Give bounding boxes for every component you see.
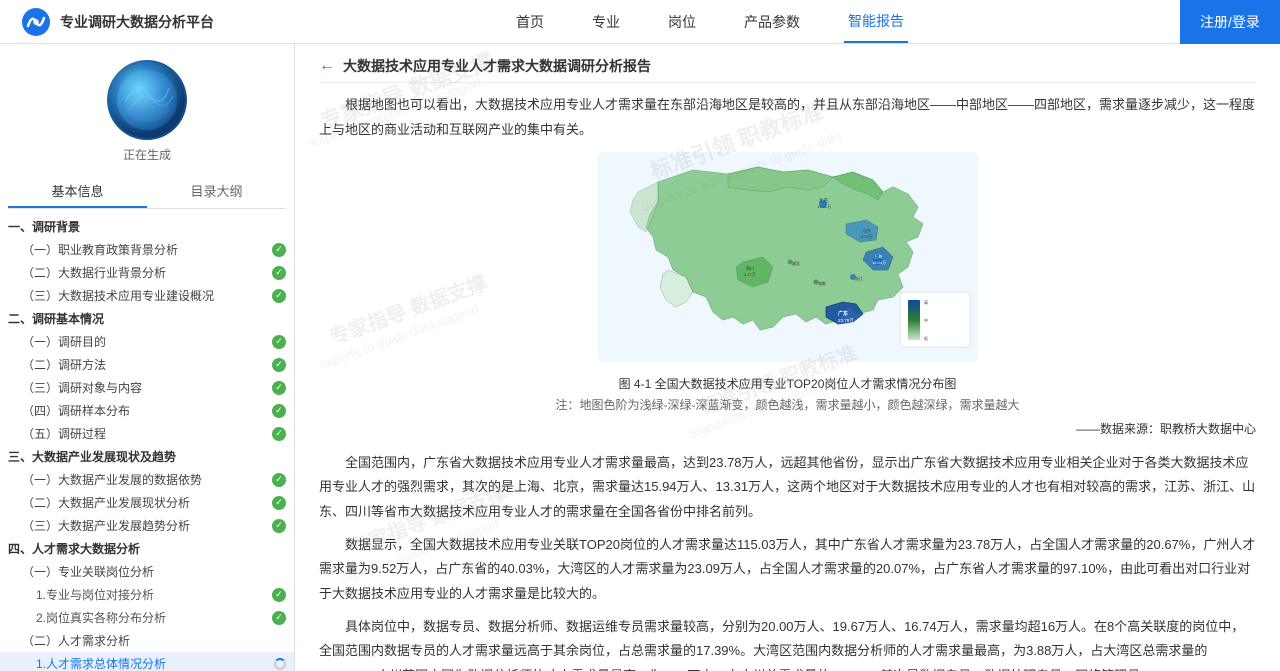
content-title: 大数据技术应用专业人才需求大数据调研分析报告 (343, 56, 651, 76)
header: 专业调研大数据分析平台 首页 专业 岗位 产品参数 智能报告 注册/登录 (0, 0, 1280, 44)
svg-text:中: 中 (924, 317, 928, 323)
sidebar: 正在生成 基本信息 目录大纲 一、调研背景 （一）职业教育政策背景分析 ✓ （二… (0, 44, 295, 671)
tree-item[interactable]: （三）大数据技术应用专业建设概况 ✓ (0, 284, 294, 307)
svg-text:上海: 上海 (874, 253, 882, 259)
logo: 专业调研大数据分析平台 (0, 6, 240, 38)
paragraph-1: 全国范围内，广东省大数据技术应用专业人才需求量最高，达到23.78万人，远超其他… (319, 451, 1256, 525)
check-icon: ✓ (272, 289, 286, 303)
check-icon: ✓ (272, 473, 286, 487)
svg-text:4.17万: 4.17万 (744, 272, 756, 277)
spinner-icon (274, 658, 286, 670)
content-body: 根据地图也可以看出，大数据技术应用专业人才需求量在东部沿海地区是较高的，并且从东… (319, 93, 1256, 671)
check-icon: ✓ (272, 335, 286, 349)
check-icon: ✓ (272, 588, 286, 602)
tree-item[interactable]: 2.岗位真实各称分布分析 ✓ (0, 606, 294, 629)
tree-item[interactable]: （一）大数据产业发展的数据依势 ✓ (0, 468, 294, 491)
back-button[interactable]: ← (319, 57, 335, 75)
check-icon: ✓ (272, 266, 286, 280)
check-icon: ✓ (272, 427, 286, 441)
check-icon: ✓ (272, 611, 286, 625)
sidebar-tabs: 基本信息 目录大纲 (8, 175, 286, 209)
tree-item[interactable]: （五）调研过程 ✓ (0, 422, 294, 445)
tree-item[interactable]: （二）调研方法 ✓ (0, 353, 294, 376)
svg-text:湖北: 湖北 (792, 261, 800, 266)
profile-status: 正在生成 (123, 146, 171, 163)
svg-text:四川: 四川 (746, 266, 754, 271)
tree-item[interactable]: （三）大数据产业发展趋势分析 ✓ (0, 514, 294, 537)
svg-text:6.37万: 6.37万 (861, 234, 873, 239)
main-layout: 正在生成 基本信息 目录大纲 一、调研背景 （一）职业教育政策背景分析 ✓ （二… (0, 44, 1280, 671)
map-source: ——数据来源：职教桥大数据中心 (319, 419, 1256, 441)
logo-text: 专业调研大数据分析平台 (60, 12, 214, 32)
tree-item[interactable]: （三）调研对象与内容 ✓ (0, 376, 294, 399)
login-button[interactable]: 注册/登录 (1180, 0, 1280, 44)
china-map: 广东 23.78万 北京 13.31万 上海 15.94万 山东 6.37万 四… (598, 152, 978, 362)
tree-item[interactable]: 一、调研背景 (0, 215, 294, 238)
check-icon: ✓ (272, 358, 286, 372)
tab-outline[interactable]: 目录大纲 (147, 175, 286, 208)
svg-text:低: 低 (924, 335, 928, 341)
svg-text:高: 高 (924, 299, 928, 305)
svg-text:山东: 山东 (863, 227, 871, 233)
logo-icon (20, 6, 52, 38)
avatar (107, 60, 187, 140)
nav-major[interactable]: 专业 (588, 0, 624, 43)
svg-text:15.94万: 15.94万 (872, 260, 886, 265)
check-icon: ✓ (272, 243, 286, 257)
content-header: ← 大数据技术应用专业人才需求大数据调研分析报告 (319, 56, 1256, 83)
sidebar-tree: 一、调研背景 （一）职业教育政策背景分析 ✓ （二）大数据行业背景分析 ✓ （三… (0, 209, 294, 671)
profile-section: 正在生成 (0, 44, 294, 171)
tree-item[interactable]: （一）专业关联岗位分析 (0, 560, 294, 583)
nav-position[interactable]: 岗位 (664, 0, 700, 43)
loading-indicator (274, 658, 286, 670)
tree-item[interactable]: （一）调研目的 ✓ (0, 330, 294, 353)
check-icon: ✓ (272, 496, 286, 510)
tree-item[interactable]: 1.专业与岗位对接分析 ✓ (0, 583, 294, 606)
svg-text:浙江: 浙江 (855, 276, 863, 281)
map-note: 注：地图色阶为浅绿-深绿-深蓝渐变，颜色越浅，需求量越小，颜色越深绿，需求量越大 (319, 395, 1256, 417)
tree-item[interactable]: 四、人才需求大数据分析 (0, 537, 294, 560)
svg-text:13.31万: 13.31万 (817, 204, 831, 209)
check-icon: ✓ (272, 519, 286, 533)
map-caption: 图 4-1 全国大数据技术应用专业TOP20岗位人才需求情况分布图 (319, 374, 1256, 396)
tree-item-active[interactable]: 1.人才需求总体情况分析 (0, 652, 294, 671)
tree-item[interactable]: （二）人才需求分析 (0, 629, 294, 652)
check-icon: ✓ (272, 381, 286, 395)
tree-item[interactable]: 二、调研基本情况 (0, 307, 294, 330)
paragraph-2: 数据显示，全国大数据技术应用专业关联TOP20岗位的人才需求量达115.03万人… (319, 533, 1256, 607)
tree-item[interactable]: （二）大数据产业发展现状分析 ✓ (0, 491, 294, 514)
intro-paragraph: 根据地图也可以看出，大数据技术应用专业人才需求量在东部沿海地区是较高的，并且从东… (319, 93, 1256, 142)
tree-item[interactable]: 三、大数据产业发展现状及趋势 (0, 445, 294, 468)
paragraph-3: 具体岗位中，数据专员、数据分析师、数据运维专员需求量较高，分别为20.00万人、… (319, 615, 1256, 671)
svg-text:湖南: 湖南 (818, 281, 826, 286)
map-container: 广东 23.78万 北京 13.31万 上海 15.94万 山东 6.37万 四… (319, 152, 1256, 440)
svg-text:北京: 北京 (819, 197, 828, 204)
tab-basic[interactable]: 基本信息 (8, 175, 147, 208)
main-nav: 首页 专业 岗位 产品参数 智能报告 (240, 0, 1180, 43)
tree-item[interactable]: （四）调研样本分布 ✓ (0, 399, 294, 422)
tree-item[interactable]: （一）职业教育政策背景分析 ✓ (0, 238, 294, 261)
svg-text:广东: 广东 (838, 310, 848, 317)
nav-report[interactable]: 智能报告 (844, 0, 908, 43)
nav-product[interactable]: 产品参数 (740, 0, 804, 43)
content-area: 专家指导 数据支撑 experts to guide data support … (295, 44, 1280, 671)
check-icon: ✓ (272, 404, 286, 418)
nav-home[interactable]: 首页 (512, 0, 548, 43)
tree-item[interactable]: （二）大数据行业背景分析 ✓ (0, 261, 294, 284)
